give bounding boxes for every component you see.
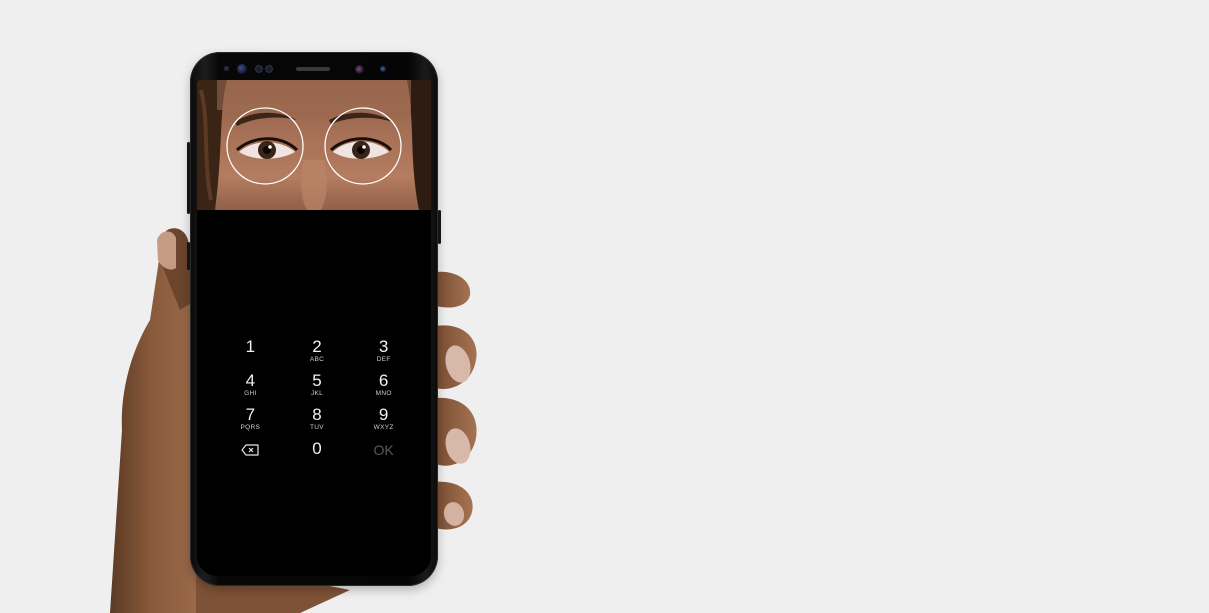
key-7[interactable]: 7 PQRS <box>217 406 284 440</box>
key-digit: 7 <box>245 405 256 424</box>
key-5[interactable]: 5 JKL <box>284 372 351 406</box>
volume-button <box>187 142 190 214</box>
key-6[interactable]: 6 MNO <box>350 372 417 406</box>
sensor-dot <box>256 66 262 72</box>
key-1[interactable]: 1 <box>217 338 284 372</box>
key-digit: 1 <box>245 337 256 356</box>
iris-led <box>380 66 386 72</box>
front-camera <box>355 65 364 74</box>
key-9[interactable]: 9 WXYZ <box>350 406 417 440</box>
key-letters: WXYZ <box>373 424 394 431</box>
key-digit: 4 <box>245 371 256 390</box>
key-letters: JKL <box>310 390 324 397</box>
ok-button[interactable]: OK <box>350 440 417 474</box>
sensor-dot <box>266 66 272 72</box>
backspace-icon <box>241 444 259 456</box>
key-digit: 5 <box>312 371 322 390</box>
key-letters: GHI <box>244 390 257 397</box>
key-2[interactable]: 2 ABC <box>284 338 351 372</box>
key-letters: ABC <box>309 356 325 363</box>
key-digit: 3 <box>378 337 389 356</box>
pin-keypad: 1 2 ABC 3 DEF 4 GHI 5 JKL 6 MNO 7 PQRS 8… <box>217 338 417 474</box>
key-4[interactable]: 4 GHI <box>217 372 284 406</box>
key-letters: DEF <box>376 356 391 363</box>
proximity-sensor <box>224 66 229 71</box>
key-8[interactable]: 8 TUV <box>284 406 351 440</box>
key-digit: 8 <box>312 405 322 424</box>
key-digit: 0 <box>312 439 322 458</box>
product-scene: 1 2 ABC 3 DEF 4 GHI 5 JKL 6 MNO 7 PQRS 8… <box>0 0 1209 613</box>
key-0[interactable]: 0 <box>284 440 351 474</box>
key-digit: 2 <box>312 337 322 356</box>
key-digit: 6 <box>378 371 389 390</box>
lock-screen: 1 2 ABC 3 DEF 4 GHI 5 JKL 6 MNO 7 PQRS 8… <box>197 80 431 576</box>
earpiece-speaker <box>296 67 330 71</box>
side-button <box>187 242 190 270</box>
key-digit: 9 <box>378 405 389 424</box>
key-letters: PQRS <box>240 424 261 431</box>
iris-scan-preview <box>197 80 431 210</box>
key-letters: MNO <box>375 390 392 397</box>
key-letters: TUV <box>310 424 324 431</box>
iris-scanner-icon <box>237 64 247 74</box>
ok-label: OK <box>373 442 394 458</box>
backspace-button[interactable] <box>217 440 284 474</box>
smartphone: 1 2 ABC 3 DEF 4 GHI 5 JKL 6 MNO 7 PQRS 8… <box>187 52 441 586</box>
key-3[interactable]: 3 DEF <box>350 338 417 372</box>
hand-illustration <box>110 228 477 613</box>
power-button <box>438 210 441 244</box>
iris-scan-image <box>197 80 431 210</box>
